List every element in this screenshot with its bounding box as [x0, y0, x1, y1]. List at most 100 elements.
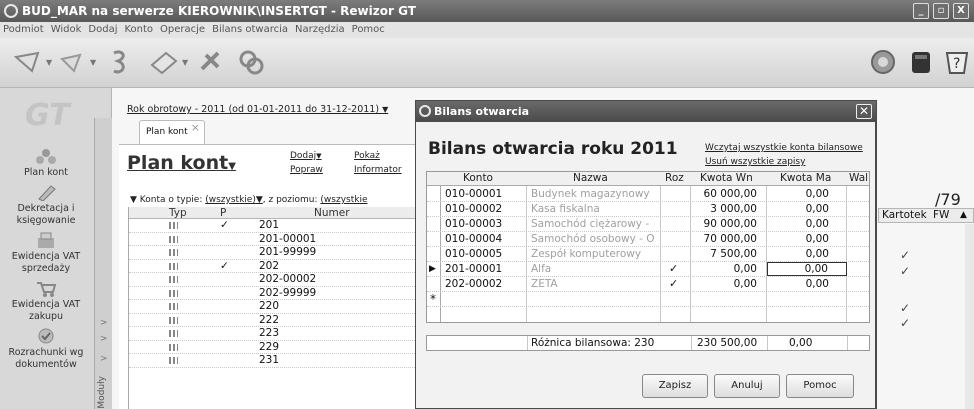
- dialog-close-button[interactable]: ✕: [856, 104, 872, 119]
- column-header-wal[interactable]: Wal: [849, 172, 868, 185]
- close-tab-icon[interactable]: ×: [191, 117, 200, 139]
- show-link[interactable]: Pokaż: [354, 151, 380, 161]
- scroll-up-icon[interactable]: ▲: [960, 209, 967, 222]
- column-header-roz[interactable]: Roz: [665, 172, 684, 185]
- kwota-ma-cell[interactable]: 0,00: [769, 217, 829, 231]
- menu-dodaj[interactable]: Dodaj: [88, 24, 117, 35]
- modules-tab[interactable]: > > > Moduły: [94, 118, 112, 409]
- menu-konto[interactable]: Konto: [124, 24, 153, 35]
- new-row[interactable]: *: [427, 292, 869, 307]
- grid-row[interactable]: 202-00002 ZETA ✓ 0,00 0,00: [427, 277, 869, 292]
- grid-row[interactable]: 010-00005 Zespół komputerowy 7 500,00 0,00: [427, 247, 869, 262]
- column-header-kwota-ma[interactable]: Kwota Ma: [780, 172, 831, 185]
- grid-row[interactable]: 010-00003 Samochód ciężarowy - 90 000,00 0,…: [427, 217, 869, 232]
- kwota-wn-cell[interactable]: 90 000,00: [693, 217, 757, 231]
- tab-plan-kont[interactable]: Plan kont ×: [139, 120, 205, 144]
- maximize-button[interactable]: ▫: [933, 3, 949, 19]
- book-icon[interactable]: [906, 47, 936, 77]
- globe-icon[interactable]: [868, 47, 898, 77]
- table-row[interactable]: 222: [129, 314, 415, 327]
- eraser-icon[interactable]: [148, 47, 178, 77]
- column-header-typ[interactable]: Typ: [169, 207, 187, 219]
- chevron-down-icon[interactable]: ▼: [130, 195, 137, 205]
- table-row[interactable]: 201-99999: [129, 246, 415, 260]
- kwota-wn-cell[interactable]: 70 000,00: [693, 232, 757, 246]
- edit-link[interactable]: Popraw: [290, 165, 323, 175]
- kwota-ma-cell[interactable]: 0,00: [769, 232, 829, 246]
- load-balance-accounts-link[interactable]: Wczytaj wszystkie konta bilansowe: [705, 143, 863, 153]
- table-row[interactable]: 201-00001: [129, 233, 415, 246]
- grid-row[interactable]: ▶ 201-00001 Alfa ✓ 0,00 0,00: [427, 262, 869, 277]
- link-icon[interactable]: [236, 47, 266, 77]
- table-row[interactable]: 231: [129, 354, 415, 368]
- table-row[interactable]: 202-00002: [129, 273, 415, 287]
- type-filter-link[interactable]: (wszystkie)▼: [205, 195, 263, 205]
- sidebar-item-vat-sprzedazy[interactable]: Ewidencja VAT sprzedaży: [0, 232, 92, 275]
- page-title[interactable]: Plan kont▼: [127, 152, 236, 174]
- table-row[interactable]: 202-99999: [129, 287, 415, 300]
- document-icon[interactable]: [106, 47, 136, 77]
- menu-podmiot[interactable]: Podmiot: [3, 24, 44, 35]
- kwota-wn-cell[interactable]: 3 000,00: [693, 202, 757, 216]
- chevron-right-icon[interactable]: >: [100, 334, 108, 344]
- level-filter-link[interactable]: (wszystkie: [320, 195, 367, 205]
- sidebar-item-rozrachunki[interactable]: Rozrachunki wg dokumentów: [0, 328, 92, 371]
- column-header-kartotek[interactable]: Kartotek: [882, 209, 927, 222]
- add-link[interactable]: Dodaj▼: [290, 151, 322, 161]
- grid-row[interactable]: 010-00002 Kasa fiskalna 3 000,00 0,00: [427, 202, 869, 217]
- table-row[interactable]: ✓ 202: [129, 260, 415, 273]
- informator-link[interactable]: Informator: [354, 165, 402, 175]
- konto-cell[interactable]: 010-00005: [445, 247, 502, 261]
- kwota-ma-cell[interactable]: 0,00: [769, 247, 829, 261]
- kwota-ma-cell[interactable]: 0,00: [769, 277, 829, 291]
- minimize-button[interactable]: _: [913, 3, 929, 19]
- back-icon[interactable]: [12, 47, 42, 77]
- grid-row[interactable]: 010-00001 Budynek magazynowy 60 000,00 0,00: [427, 187, 869, 202]
- konto-cell[interactable]: 202-00002: [445, 277, 502, 291]
- menu-pomoc[interactable]: Pomoc: [352, 24, 385, 35]
- vertical-scrollbar[interactable]: [965, 224, 974, 409]
- menu-operacje[interactable]: Operacje: [160, 24, 205, 35]
- table-row[interactable]: 223: [129, 327, 415, 341]
- sidebar-item-vat-zakupu[interactable]: Ewidencja VAT zakupu: [0, 280, 92, 323]
- sidebar-item-dekretacja[interactable]: Dekretacja i księgowanie: [0, 184, 92, 227]
- chevron-down-icon[interactable]: ▼: [182, 58, 188, 67]
- column-header-konto[interactable]: Konto: [463, 172, 493, 185]
- column-header-kwota-wn[interactable]: Kwota Wn: [700, 172, 753, 185]
- kwota-wn-cell[interactable]: 0,00: [693, 262, 757, 276]
- konto-cell[interactable]: 201-00001: [445, 262, 502, 276]
- column-header-p[interactable]: P: [220, 207, 226, 219]
- kwota-wn-cell[interactable]: 60 000,00: [693, 187, 757, 201]
- help-button[interactable]: Pomoc: [786, 374, 854, 398]
- kwota-wn-cell[interactable]: 7 500,00: [693, 247, 757, 261]
- konto-cell[interactable]: 010-00003: [445, 217, 502, 231]
- chevron-right-icon[interactable]: >: [100, 354, 108, 364]
- chevron-down-icon[interactable]: ▼: [46, 58, 52, 67]
- column-header-nazwa[interactable]: Nazwa: [573, 172, 608, 185]
- clear-entries-link[interactable]: Usuń wszystkie zapisy: [705, 157, 805, 167]
- menu-narzedzia[interactable]: Narzędzia: [295, 24, 345, 35]
- table-row[interactable]: 220: [129, 300, 415, 314]
- konto-cell[interactable]: 010-00002: [445, 202, 502, 216]
- kwota-ma-cell[interactable]: 0,00: [769, 202, 829, 216]
- column-header-numer[interactable]: Numer: [314, 207, 350, 219]
- konto-cell[interactable]: 010-00001: [445, 187, 502, 201]
- cancel-button[interactable]: Anuluj: [714, 374, 780, 398]
- chevron-right-icon[interactable]: >: [100, 318, 108, 328]
- save-button[interactable]: Zapisz: [642, 374, 708, 398]
- grid-row[interactable]: 010-00004 Samochód osobowy - O 70 000,00 0,…: [427, 232, 869, 247]
- forward-icon[interactable]: [56, 47, 86, 77]
- konto-cell[interactable]: 010-00004: [445, 232, 502, 246]
- menu-bilans-otwarcia[interactable]: Bilans otwarcia: [212, 24, 288, 35]
- chevron-down-icon[interactable]: ▼: [90, 58, 96, 67]
- kwota-ma-cell[interactable]: 0,00: [769, 187, 829, 201]
- kwota-ma-cell[interactable]: 0,00: [767, 262, 847, 276]
- close-button[interactable]: X: [953, 3, 969, 19]
- table-row[interactable]: ✓ 201: [129, 219, 415, 233]
- help-icon[interactable]: ?: [942, 47, 972, 77]
- sidebar-item-plan-kont[interactable]: Plan kont: [0, 148, 92, 179]
- fiscal-year-selector[interactable]: Rok obrotowy - 2011 (od 01-01-2011 do 31…: [127, 104, 388, 115]
- menu-widok[interactable]: Widok: [51, 24, 82, 35]
- kwota-wn-cell[interactable]: 0,00: [693, 277, 757, 291]
- column-header-fw[interactable]: FW: [933, 209, 949, 222]
